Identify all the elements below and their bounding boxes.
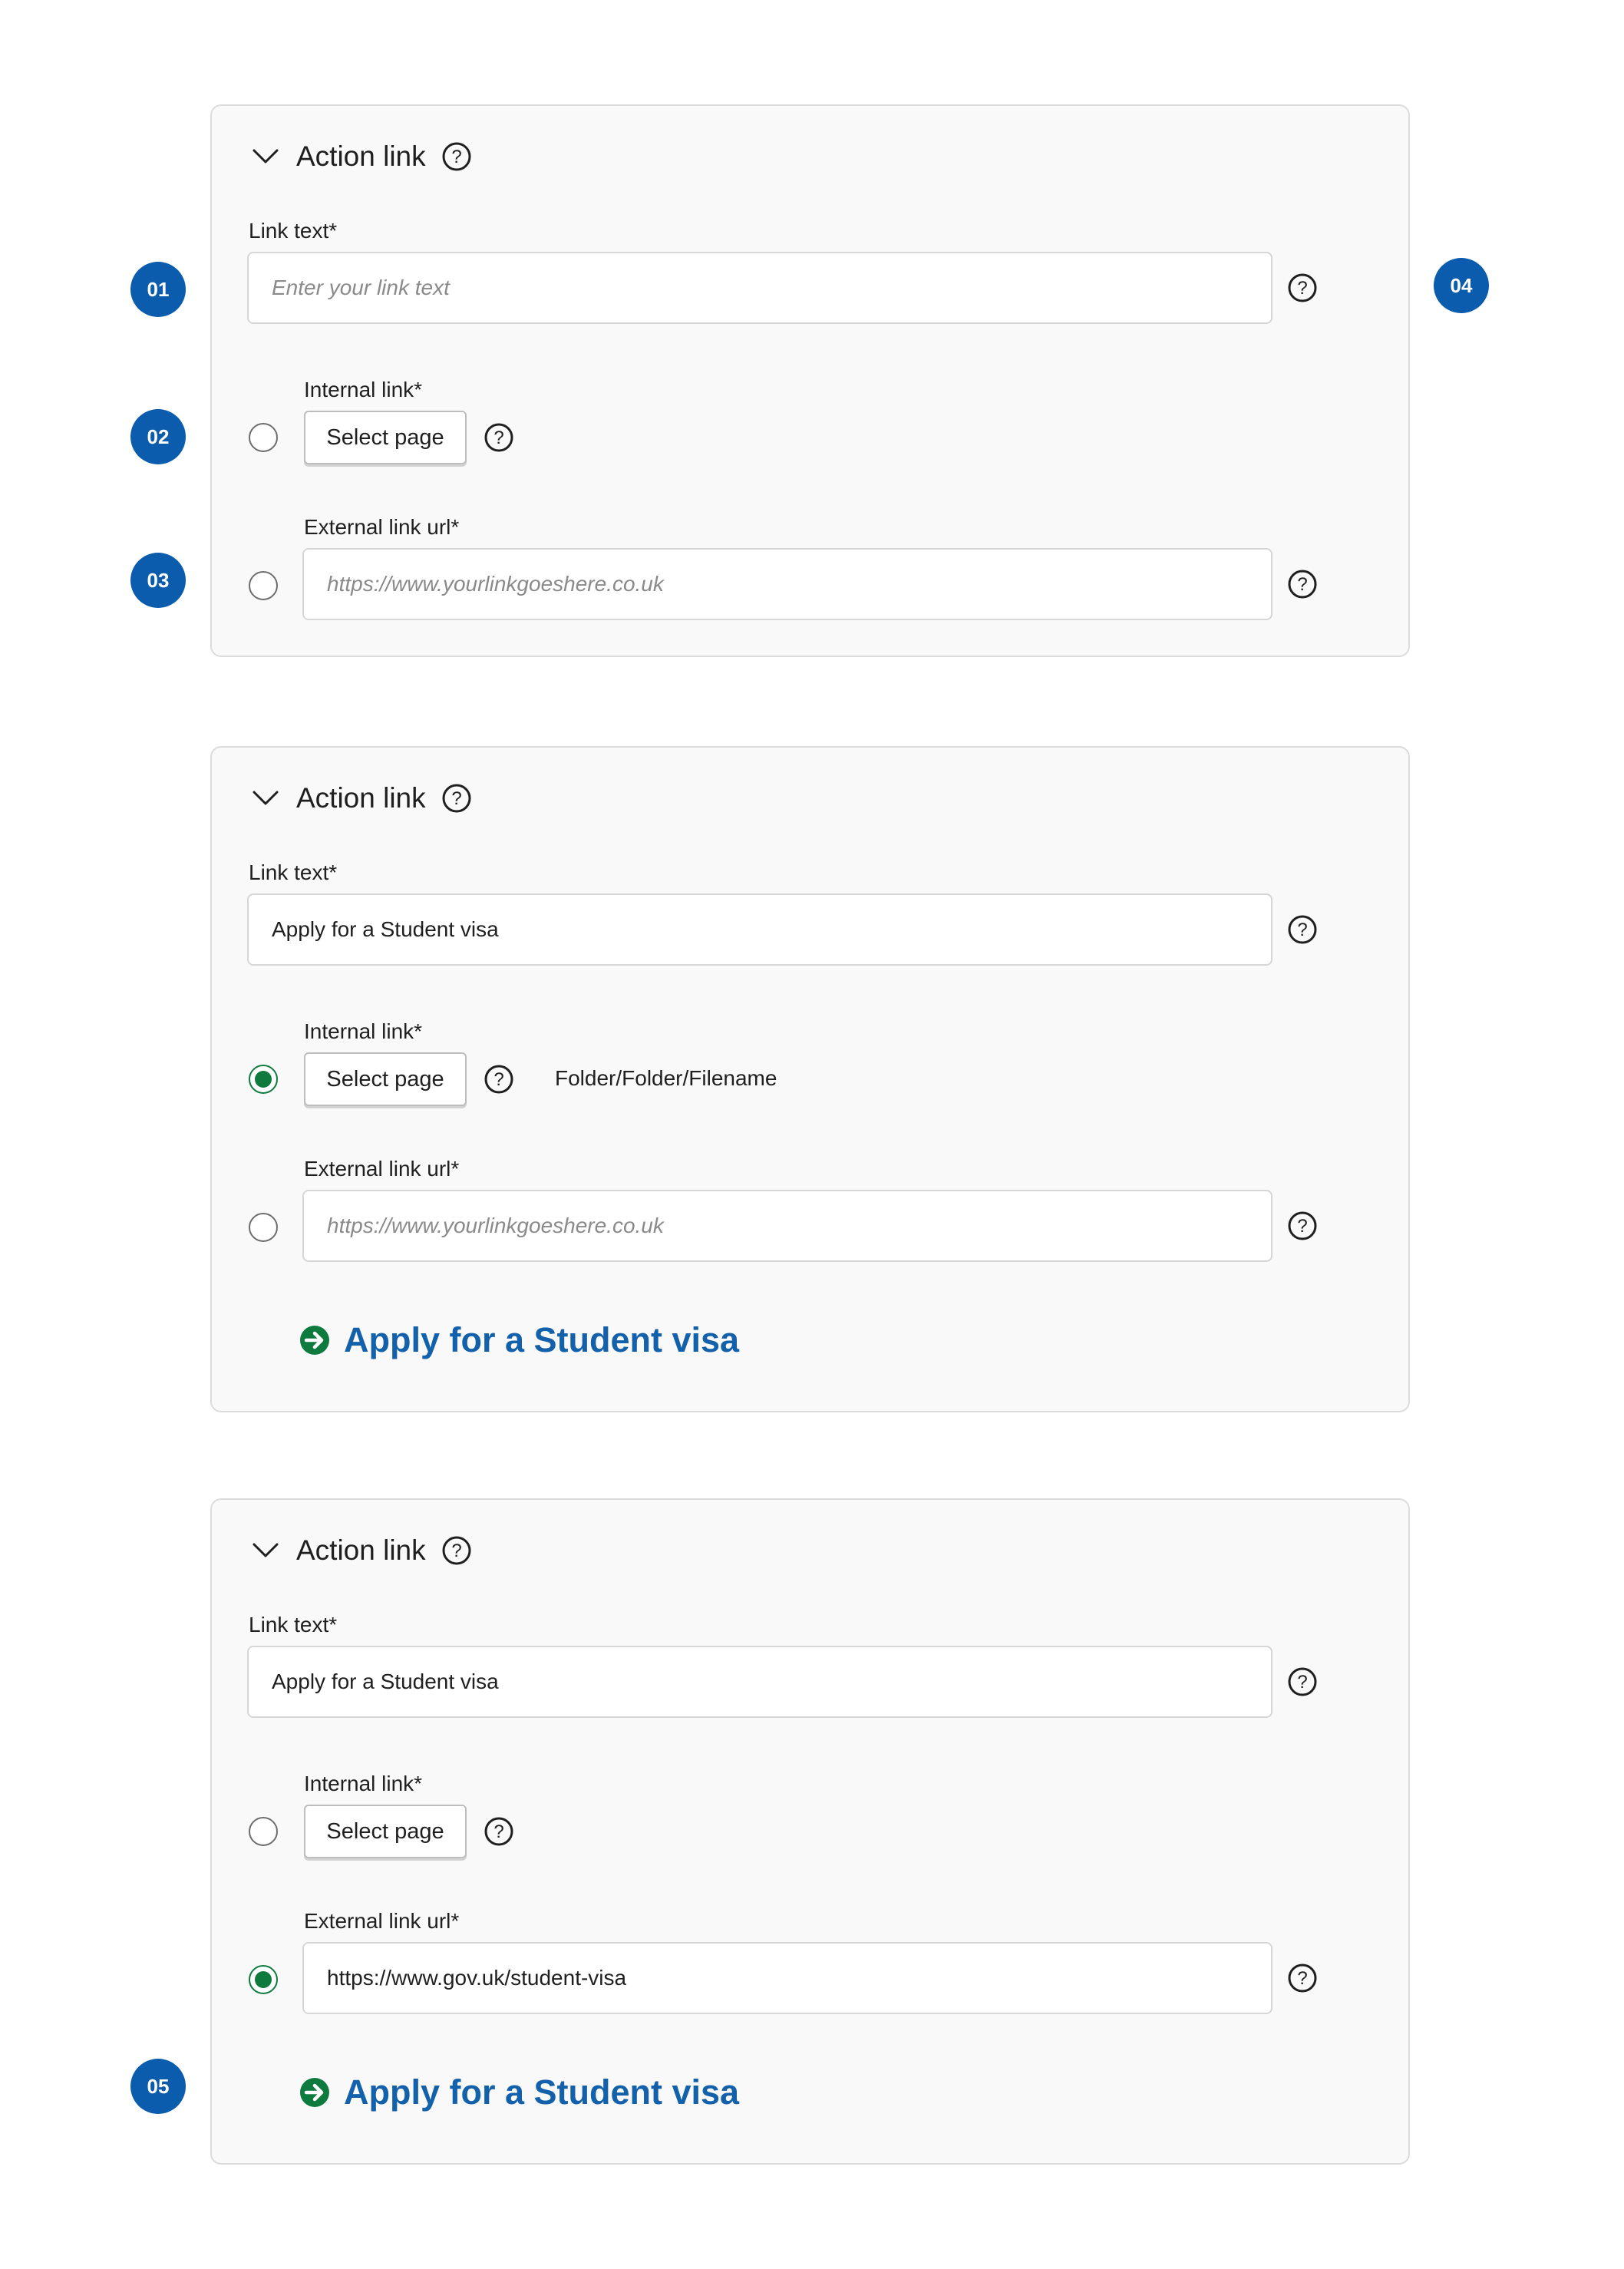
svg-text:?: ? bbox=[1297, 1216, 1307, 1237]
external-link-help-icon[interactable]: ? bbox=[1287, 1963, 1318, 1993]
external-link-input[interactable] bbox=[302, 1942, 1272, 2014]
panel-title: Action link bbox=[296, 782, 426, 814]
arrow-right-circle-icon bbox=[299, 2077, 330, 2108]
selected-page-path: Folder/Folder/Filename bbox=[555, 1066, 777, 1090]
action-link-panel-internal: Action link ? Link text* ? Internal link… bbox=[210, 746, 1410, 1412]
external-link-input[interactable] bbox=[302, 548, 1272, 620]
svg-text:?: ? bbox=[1297, 1968, 1307, 1989]
panel-title: Action link bbox=[296, 140, 426, 172]
select-page-button[interactable]: Select page bbox=[304, 411, 467, 464]
svg-text:?: ? bbox=[1297, 920, 1307, 940]
chevron-down-icon[interactable] bbox=[250, 141, 281, 172]
link-text-help-icon[interactable]: ? bbox=[1287, 914, 1318, 945]
select-page-button[interactable]: Select page bbox=[304, 1052, 467, 1106]
panel-header: Action link ? bbox=[250, 134, 472, 180]
action-link-preview[interactable]: Apply for a Student visa bbox=[299, 2072, 739, 2112]
internal-link-label: Internal link* bbox=[304, 1772, 423, 1795]
external-link-help-icon[interactable]: ? bbox=[1287, 569, 1318, 599]
annotation-badge-03: 03 bbox=[130, 553, 186, 608]
link-text-input[interactable] bbox=[247, 252, 1272, 324]
external-link-input[interactable] bbox=[302, 1190, 1272, 1262]
link-text-help-icon[interactable]: ? bbox=[1287, 272, 1318, 303]
svg-text:?: ? bbox=[1297, 1672, 1307, 1693]
internal-link-help-icon[interactable]: ? bbox=[484, 1816, 514, 1847]
external-link-radio[interactable] bbox=[249, 1965, 278, 1994]
external-link-label: External link url* bbox=[304, 1909, 460, 1933]
svg-text:?: ? bbox=[493, 1069, 503, 1090]
internal-link-radio[interactable] bbox=[249, 1817, 278, 1846]
chevron-down-icon[interactable] bbox=[250, 1535, 281, 1566]
link-text-help-icon[interactable]: ? bbox=[1287, 1666, 1318, 1697]
action-link-text: Apply for a Student visa bbox=[344, 1320, 740, 1359]
external-link-radio[interactable] bbox=[249, 1213, 278, 1242]
annotation-badge-02: 02 bbox=[130, 409, 186, 464]
link-text-input[interactable] bbox=[247, 893, 1272, 966]
internal-link-radio[interactable] bbox=[249, 1065, 278, 1094]
select-page-button[interactable]: Select page bbox=[304, 1805, 467, 1858]
annotation-badge-01: 01 bbox=[130, 262, 186, 317]
svg-text:?: ? bbox=[1297, 574, 1307, 595]
external-link-radio[interactable] bbox=[249, 571, 278, 600]
annotation-badge-04: 04 bbox=[1434, 258, 1489, 313]
svg-text:?: ? bbox=[451, 147, 461, 167]
external-link-help-icon[interactable]: ? bbox=[1287, 1210, 1318, 1241]
link-text-label: Link text* bbox=[249, 1613, 338, 1637]
svg-text:?: ? bbox=[493, 428, 503, 448]
help-icon[interactable]: ? bbox=[441, 141, 472, 172]
chevron-down-icon[interactable] bbox=[250, 783, 281, 814]
internal-link-help-icon[interactable]: ? bbox=[484, 1064, 514, 1095]
internal-link-label: Internal link* bbox=[304, 1019, 423, 1043]
svg-text:?: ? bbox=[493, 1821, 503, 1842]
svg-text:?: ? bbox=[451, 1541, 461, 1561]
external-link-label: External link url* bbox=[304, 1157, 460, 1181]
link-text-input[interactable] bbox=[247, 1646, 1272, 1718]
link-text-label: Link text* bbox=[249, 860, 338, 884]
svg-text:?: ? bbox=[1297, 278, 1307, 299]
internal-link-label: Internal link* bbox=[304, 378, 423, 401]
help-icon[interactable]: ? bbox=[441, 783, 472, 814]
svg-text:?: ? bbox=[451, 788, 461, 809]
action-link-preview[interactable]: Apply for a Student visa bbox=[299, 1320, 739, 1360]
panel-title: Action link bbox=[296, 1534, 426, 1566]
internal-link-help-icon[interactable]: ? bbox=[484, 422, 514, 453]
help-icon[interactable]: ? bbox=[441, 1535, 472, 1566]
external-link-label: External link url* bbox=[304, 515, 460, 539]
arrow-right-circle-icon bbox=[299, 1325, 330, 1356]
link-text-label: Link text* bbox=[249, 219, 338, 243]
action-link-panel-external: Action link ? Link text* ? Internal link… bbox=[210, 1498, 1410, 2165]
annotation-badge-05: 05 bbox=[130, 2059, 186, 2114]
action-link-text: Apply for a Student visa bbox=[344, 2072, 740, 2112]
action-link-panel-empty: Action link ? Link text* ? Internal link… bbox=[210, 104, 1410, 657]
panel-header: Action link ? bbox=[250, 1528, 472, 1574]
panel-header: Action link ? bbox=[250, 775, 472, 821]
internal-link-radio[interactable] bbox=[249, 423, 278, 452]
